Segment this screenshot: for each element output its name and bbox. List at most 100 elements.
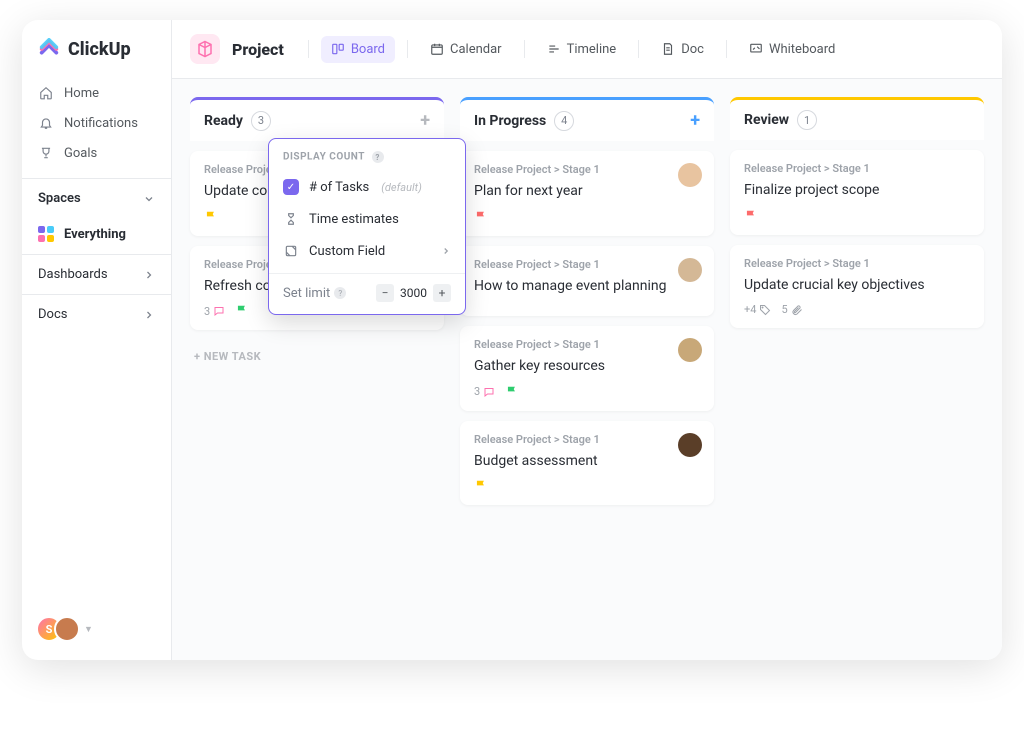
add-task-button[interactable]: +: [690, 110, 700, 131]
timeline-icon: [547, 42, 561, 56]
add-task-button[interactable]: +: [420, 110, 430, 131]
nav-notifications[interactable]: Notifications: [22, 108, 171, 138]
card-meta: 3: [474, 385, 700, 399]
flag-icon: [744, 209, 758, 223]
tab-calendar[interactable]: Calendar: [420, 36, 512, 63]
flag-icon: [204, 210, 218, 224]
user-avatars[interactable]: S ▼: [22, 598, 171, 660]
display-count-popover: DISPLAY COUNT ? ✓ # of Tasks (default) T…: [268, 138, 466, 315]
everything-item[interactable]: Everything: [22, 218, 171, 254]
popover-option-custom[interactable]: Custom Field: [269, 235, 465, 267]
assignee-avatar: [678, 258, 702, 282]
nav-goals[interactable]: Goals: [22, 138, 171, 168]
column-in-progress: In Progress 4 + Release Project > Stage …: [460, 97, 714, 642]
tab-label: Whiteboard: [769, 42, 835, 57]
card-breadcrumb: Release Project > Stage 1: [744, 257, 970, 270]
nav-label: Notifications: [64, 116, 138, 131]
option-label: Custom Field: [309, 244, 385, 259]
help-icon[interactable]: ?: [372, 151, 384, 163]
nav-dashboards[interactable]: Dashboards: [22, 254, 171, 294]
new-task-button[interactable]: + NEW TASK: [190, 340, 444, 373]
card-title: Gather key resources: [474, 357, 700, 377]
main-content: Project Board Calendar Timeline Doc: [172, 20, 1002, 660]
divider: [407, 40, 408, 58]
column-title: In Progress: [474, 113, 546, 129]
tab-timeline[interactable]: Timeline: [537, 36, 627, 63]
tab-board[interactable]: Board: [321, 36, 395, 63]
increment-button[interactable]: +: [433, 284, 451, 302]
count-badge[interactable]: 4: [554, 111, 574, 131]
card-meta: +4 5: [744, 303, 970, 316]
help-icon[interactable]: ?: [334, 287, 346, 299]
assignee-avatar: [678, 338, 702, 362]
divider: [638, 40, 639, 58]
chevron-right-icon: [143, 269, 155, 281]
project-icon: [190, 34, 220, 64]
nav-home[interactable]: Home: [22, 78, 171, 108]
card-breadcrumb: Release Project > Stage 1: [474, 338, 700, 351]
card-title: How to manage event planning: [474, 277, 700, 297]
count-badge[interactable]: 3: [251, 111, 271, 131]
decrement-button[interactable]: −: [376, 284, 394, 302]
task-card[interactable]: Release Project > Stage 1 Budget assessm…: [460, 421, 714, 506]
whiteboard-icon: [749, 42, 763, 56]
logo-icon: [38, 38, 60, 60]
tab-label: Board: [351, 42, 385, 57]
popover-option-time[interactable]: Time estimates: [269, 203, 465, 235]
task-card[interactable]: Release Project > Stage 1 Finalize proje…: [730, 150, 984, 235]
column-header[interactable]: Ready 3 + DISPLAY COUNT ? ✓ # of Tasks (…: [190, 97, 444, 141]
row-label: Docs: [38, 307, 67, 322]
card-title: Finalize project scope: [744, 181, 970, 201]
task-card[interactable]: Release Project > Stage 1 Gather key res…: [460, 326, 714, 411]
column-title: Ready: [204, 113, 243, 129]
tab-whiteboard[interactable]: Whiteboard: [739, 36, 845, 63]
popover-header: DISPLAY COUNT ?: [269, 151, 465, 171]
topbar: Project Board Calendar Timeline Doc: [172, 20, 1002, 79]
spaces-label: Spaces: [38, 191, 81, 206]
nav-label: Home: [64, 86, 99, 101]
task-card[interactable]: Release Project > Stage 1 How to manage …: [460, 246, 714, 317]
assignee-avatar: [678, 163, 702, 187]
project-title: Project: [232, 40, 284, 59]
calendar-icon: [430, 42, 444, 56]
option-label: # of Tasks: [309, 180, 369, 195]
card-breadcrumb: Release Project > Stage 1: [474, 163, 700, 176]
trophy-icon: [38, 145, 54, 161]
task-card[interactable]: Release Project > Stage 1 Plan for next …: [460, 151, 714, 236]
attachments-count: 5: [781, 303, 802, 316]
logo: ClickUp: [22, 20, 171, 74]
spaces-toggle[interactable]: Spaces: [22, 179, 171, 218]
default-suffix: (default): [381, 181, 422, 194]
avatar: [54, 616, 80, 642]
column-header[interactable]: Review 1: [730, 97, 984, 140]
limit-label: Set limit: [283, 286, 330, 301]
flag-icon: [505, 385, 519, 399]
count-badge[interactable]: 1: [797, 110, 817, 130]
everything-label: Everything: [64, 227, 126, 242]
row-label: Dashboards: [38, 267, 108, 282]
tags-count: +4: [744, 303, 771, 316]
card-breadcrumb: Release Project > Stage 1: [474, 258, 700, 271]
flag-icon: [474, 210, 488, 224]
board-view: Ready 3 + DISPLAY COUNT ? ✓ # of Tasks (…: [172, 79, 1002, 660]
tab-label: Timeline: [567, 42, 617, 57]
card-title: Budget assessment: [474, 452, 700, 472]
assignee-avatar: [678, 433, 702, 457]
limit-value: 3000: [394, 286, 433, 300]
set-limit-row: Set limit ? − 3000 +: [269, 273, 465, 304]
tab-doc[interactable]: Doc: [651, 36, 714, 63]
column-ready: Ready 3 + DISPLAY COUNT ? ✓ # of Tasks (…: [190, 97, 444, 642]
everything-icon: [38, 226, 54, 242]
tab-label: Doc: [681, 42, 704, 57]
task-card[interactable]: Release Project > Stage 1 Update crucial…: [730, 245, 984, 329]
column-title: Review: [744, 112, 789, 128]
column-header[interactable]: In Progress 4 +: [460, 97, 714, 141]
hourglass-icon: [283, 211, 299, 227]
popover-option-tasks[interactable]: ✓ # of Tasks (default): [269, 171, 465, 203]
nav-docs[interactable]: Docs: [22, 294, 171, 334]
brand-name: ClickUp: [68, 39, 131, 60]
caret-down-icon: ▼: [84, 624, 93, 635]
column-review: Review 1 Release Project > Stage 1 Final…: [730, 97, 984, 642]
card-title: Update crucial key objectives: [744, 276, 970, 296]
comments-count: 3: [474, 385, 495, 398]
